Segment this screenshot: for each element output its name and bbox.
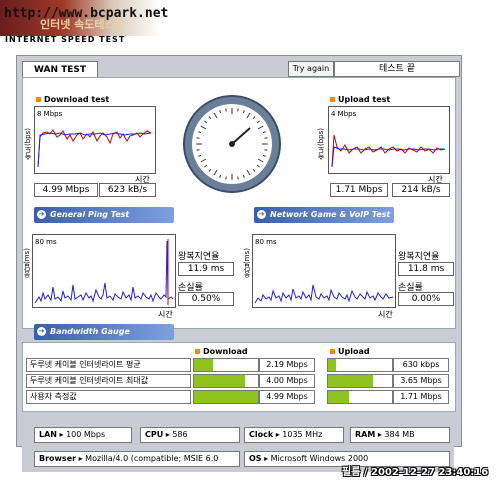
upload-gauge-cell [327,390,393,404]
download-gauge-fill [194,391,258,403]
upload-title: Upload test [330,95,390,104]
upload-gauge-cell [327,358,393,372]
download-mbps-field: 4.99 Mbps [34,183,98,197]
general-ping-test-bar[interactable]: ➔ General Ping Test [34,207,174,223]
download-gauge-cell [193,358,259,372]
ping-series [34,240,174,304]
game-loss-field: 0.00% [398,292,454,306]
arrow-right-icon: ➔ [37,210,46,219]
ping-loss-field: 0.50% [178,292,234,306]
bullet-icon [330,349,335,354]
status-field: 테스트 끝 [334,61,460,77]
upload-kbs-field: 214 kB/s [392,183,450,197]
speedometer-icon [183,95,281,193]
bullet-icon [36,97,41,102]
upload-line-chart: 4 Mbps [331,110,446,168]
network-game-test-bar[interactable]: ➔ Network Game & VoIP Test [254,207,394,223]
try-again-button[interactable]: Try again [288,61,334,77]
download-gauge-fill [194,359,213,371]
download-gauge-cell [193,390,259,404]
ping-rtt-label: 왕복지연율 [178,252,220,262]
download-kbs-field: 623 kB/s [99,183,156,197]
download-gauge-value: 4.00 Mbps [259,374,315,388]
gauge-row-label: 사용자 측정값 [26,390,191,404]
upload-gauge-fill [328,359,336,371]
game-ylabel: 응답(ms) [243,248,251,278]
upload-graph: 4 Mbps [328,106,450,174]
lan-info: LAN ▸ 100 Mbps [34,427,132,443]
game-graph: 80 ms [252,234,396,308]
download-series-blue [37,132,152,168]
game-xlabel: 시간 [378,310,393,319]
speed-gauge [182,94,282,194]
upload-ylabel: 속도(bps) [317,128,325,160]
gauge-row-label: 두루넷 케이블 인터넷라이트 평균 [26,358,191,372]
upload-gauge-value: 630 kbps [393,358,449,372]
download-scale: 8 Mbps [37,110,63,118]
download-gauge-value: 2.19 Mbps [259,358,315,372]
game-rtt-field: 11.8 ms [398,262,454,276]
upload-header: Upload [330,347,370,356]
download-gauge-value: 4.99 Mbps [259,390,315,404]
ram-info: RAM ▸ 384 MB [350,427,450,443]
upload-series-red [331,134,446,168]
bullet-icon [330,97,335,102]
ping-ylabel: 응답(ms) [23,248,31,278]
download-header: Download [195,347,248,356]
download-title: Download test [36,95,109,104]
game-series [254,284,394,304]
upload-gauge-fill [328,391,350,403]
photo-timestamp: 필름 / 2002-12-27 23:40:16 [342,467,489,478]
gauge-row-label: 두루넷 케이블 인터넷라이트 최대값 [26,374,191,388]
download-line-chart: 8 Mbps [37,110,152,168]
clock-info: Clock ▸ 1035 MHz [244,427,344,443]
ping-scale: 80 ms [35,238,57,246]
game-scale: 80 ms [255,238,277,246]
upload-scale: 4 Mbps [331,110,357,118]
download-gauge-fill [194,375,246,387]
download-graph: 8 Mbps [34,106,156,174]
download-series-red [37,129,152,168]
upload-gauge-value: 1.71 Mbps [393,390,449,404]
game-line-chart: 80 ms [254,238,394,304]
logo-text: 인터넷 속도테스트 [40,18,125,31]
download-gauge-cell [193,374,259,388]
game-rtt-label: 왕복지연율 [398,252,440,262]
bandwidth-gauge-bar[interactable]: ➔ Bandwidth Gauge [34,324,174,340]
arrow-right-icon: ➔ [257,210,266,219]
upload-gauge-fill [328,375,373,387]
tab-wan-test[interactable]: WAN TEST [22,61,98,78]
ping-line-chart: 80 ms [34,238,174,305]
upload-gauge-cell [327,374,393,388]
arrow-right-icon: ➔ [37,327,46,336]
upload-mbps-field: 1.71 Mbps [330,183,388,197]
download-ylabel: 속도(bps) [24,128,32,160]
ping-xlabel: 시간 [158,310,173,319]
upload-gauge-value: 3.65 Mbps [393,374,449,388]
ping-rtt-field: 11.9 ms [178,262,234,276]
ping-graph: 80 ms [32,234,176,308]
bullet-icon [195,349,200,354]
site-subtitle: INTERNET SPEED TEST [5,35,126,44]
browser-info: Browser ▸ Mozilla/4.0 (compatible; MSIE … [34,451,240,467]
cpu-info: CPU ▸ 586 [140,427,240,443]
